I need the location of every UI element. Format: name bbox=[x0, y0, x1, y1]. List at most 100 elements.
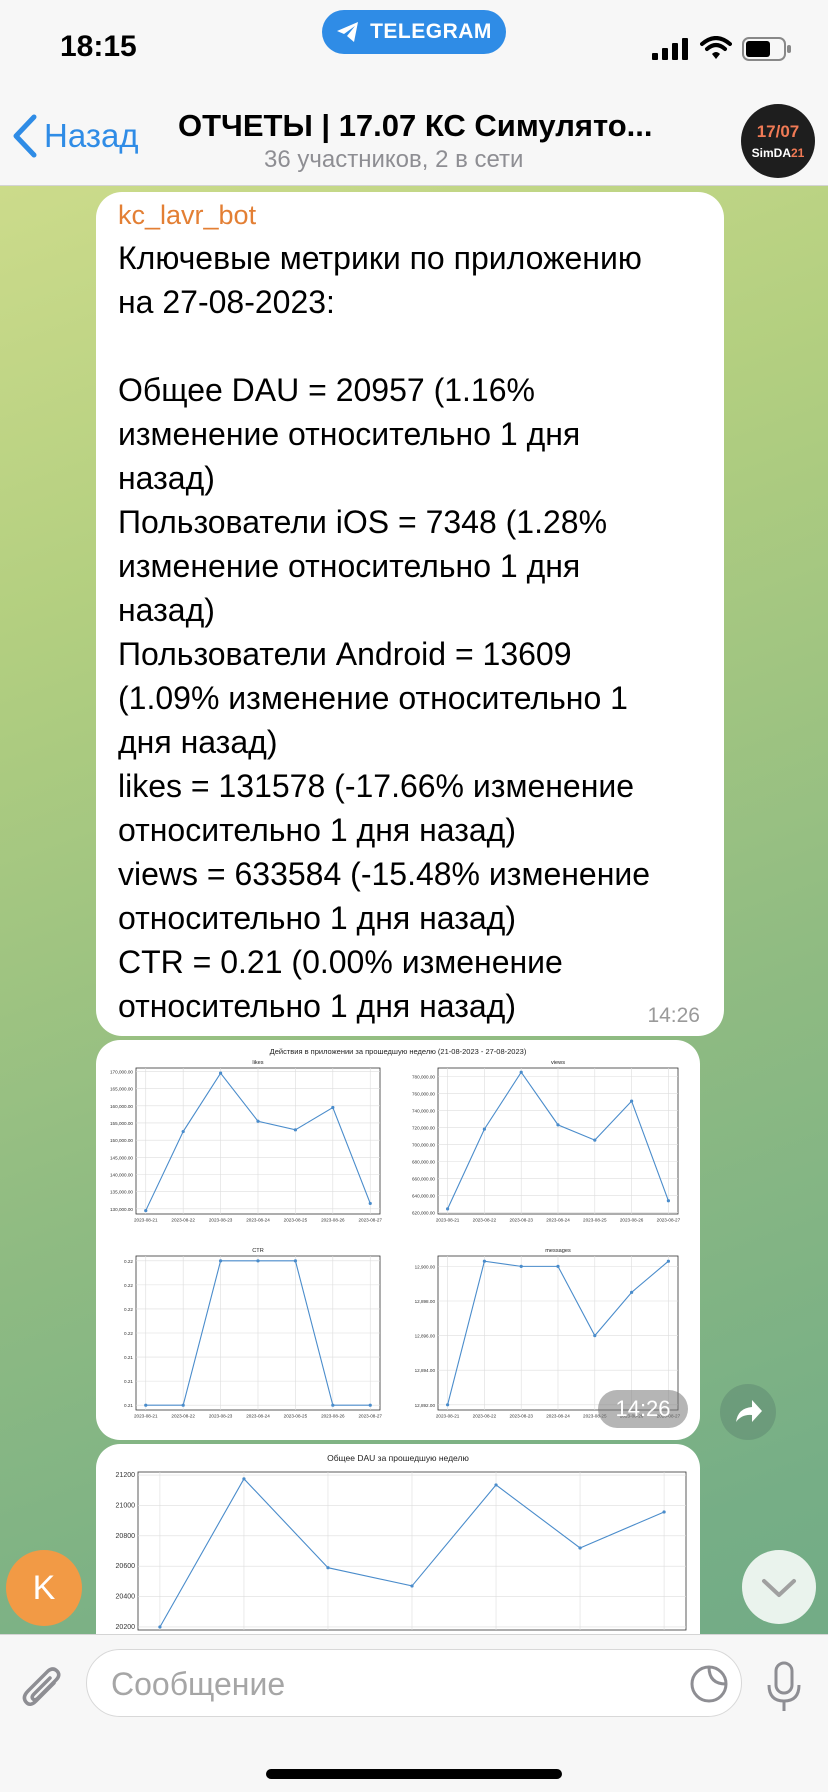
x-tick-label: 2023-08-22 bbox=[473, 1414, 497, 1419]
message-bubble[interactable]: kc_lavr_bot Ключевые метрики по приложен… bbox=[96, 192, 724, 1036]
chat-subtitle: 36 участников, 2 в сети bbox=[264, 146, 524, 173]
back-label: Назад bbox=[44, 117, 139, 154]
chat-title[interactable]: ОТЧЕТЫ | 17.07 КС Симулято... bbox=[178, 108, 698, 144]
y-tick-label: 140,000.00 bbox=[110, 1172, 133, 1177]
x-tick-label: 2023-08-27 bbox=[358, 1414, 382, 1419]
home-indicator bbox=[266, 1769, 562, 1779]
x-tick-label: 2023-08-21 bbox=[436, 1414, 460, 1419]
y-tick-label: 20400 bbox=[116, 1594, 136, 1601]
y-tick-label: 12,896.00 bbox=[415, 1334, 436, 1339]
data-point bbox=[218, 1259, 223, 1263]
y-tick-label: 0.22 bbox=[124, 1259, 133, 1264]
data-point bbox=[482, 1127, 486, 1131]
data-point bbox=[556, 1123, 560, 1127]
data-point bbox=[256, 1119, 260, 1123]
message-time: 14:26 bbox=[647, 1004, 700, 1027]
chart-image-weekly-actions[interactable]: Действия в приложении за прошедшую недел… bbox=[96, 1040, 700, 1440]
x-tick-label: 2023-08-21 bbox=[436, 1218, 460, 1223]
y-tick-label: 0.21 bbox=[124, 1379, 133, 1384]
return-to-telegram-pill[interactable]: TELEGRAM bbox=[322, 10, 506, 54]
x-tick-label: 2023-08-24 bbox=[246, 1218, 270, 1223]
subplot-title: CTR bbox=[252, 1248, 264, 1254]
data-point bbox=[158, 1625, 162, 1629]
x-tick-label: 2023-08-25 bbox=[284, 1414, 308, 1419]
x-tick-label: 2023-08-22 bbox=[171, 1218, 195, 1223]
data-point bbox=[593, 1333, 597, 1338]
x-tick-label: 2023-08-21 bbox=[134, 1414, 158, 1419]
y-tick-label: 145,000.00 bbox=[110, 1155, 133, 1160]
data-point bbox=[593, 1138, 597, 1142]
chart-image-dau[interactable]: Общее DAU за прошедшую неделю 20200 20400… bbox=[96, 1444, 700, 1634]
y-tick-label: 12,894.00 bbox=[415, 1368, 436, 1373]
message-sender[interactable]: kc_lavr_bot bbox=[118, 200, 256, 231]
x-tick-label: 2023-08-23 bbox=[509, 1218, 533, 1223]
data-point bbox=[368, 1201, 372, 1206]
status-time: 18:15 bbox=[60, 30, 137, 63]
data-point bbox=[242, 1477, 246, 1481]
x-tick-label: 2023-08-24 bbox=[546, 1218, 570, 1223]
data-point bbox=[326, 1566, 330, 1570]
data-point bbox=[662, 1510, 666, 1514]
data-point bbox=[519, 1264, 523, 1268]
telegram-plane-icon bbox=[337, 22, 359, 42]
paperclip-icon[interactable] bbox=[20, 1665, 64, 1715]
y-tick-label: 12,898.00 bbox=[415, 1299, 436, 1304]
status-bar: 18:15 TELEGRAM bbox=[0, 0, 828, 96]
data-point bbox=[218, 1071, 223, 1075]
x-tick-label: 2023-08-25 bbox=[583, 1218, 607, 1223]
message-text: Ключевые метрики по приложению на 27-08-… bbox=[118, 240, 651, 1024]
data-point bbox=[256, 1259, 260, 1263]
y-tick-label: 150,000.00 bbox=[110, 1138, 133, 1143]
y-tick-label: 155,000.00 bbox=[110, 1121, 133, 1126]
x-tick-label: 2023-08-22 bbox=[171, 1414, 195, 1419]
y-tick-label: 0.21 bbox=[124, 1355, 133, 1360]
message-input[interactable] bbox=[111, 1662, 671, 1706]
x-tick-label: 2023-08-23 bbox=[209, 1414, 233, 1419]
data-point bbox=[293, 1128, 298, 1132]
sticker-icon[interactable] bbox=[689, 1664, 729, 1704]
x-tick-label: 2023-08-27 bbox=[657, 1218, 681, 1223]
chat-avatar[interactable]: 17/07 SimDA21 bbox=[741, 104, 815, 178]
y-tick-label: 12,900.00 bbox=[415, 1264, 436, 1269]
y-tick-label: 20800 bbox=[116, 1533, 136, 1540]
avatar-text-brand: SimDA21 bbox=[751, 146, 805, 160]
scroll-down-button[interactable] bbox=[742, 1550, 816, 1624]
y-tick-label: 130,000.00 bbox=[110, 1207, 133, 1212]
y-tick-label: 135,000.00 bbox=[110, 1190, 133, 1195]
y-tick-label: 12,892.00 bbox=[415, 1403, 436, 1408]
y-tick-label: 680,000.00 bbox=[412, 1159, 435, 1164]
share-arrow-icon bbox=[736, 1400, 762, 1422]
y-tick-label: 700,000.00 bbox=[412, 1142, 435, 1147]
data-point bbox=[666, 1259, 671, 1263]
y-tick-label: 720,000.00 bbox=[412, 1125, 435, 1130]
y-tick-label: 20600 bbox=[116, 1563, 136, 1570]
y-tick-label: 620,000.00 bbox=[412, 1210, 435, 1215]
data-point bbox=[578, 1546, 582, 1550]
data-point bbox=[446, 1207, 450, 1211]
subplot-title: views bbox=[551, 1060, 565, 1066]
sender-avatar[interactable]: K bbox=[6, 1550, 82, 1626]
dau-chart: Общее DAU за прошедшую неделю 20200 20400… bbox=[116, 1453, 687, 1631]
data-point bbox=[410, 1584, 414, 1588]
y-tick-label: 0.22 bbox=[124, 1331, 133, 1336]
y-tick-label: 780,000.00 bbox=[412, 1074, 435, 1079]
y-tick-label: 165,000.00 bbox=[110, 1087, 133, 1092]
cellular-signal-icon bbox=[652, 38, 688, 60]
data-point bbox=[556, 1264, 560, 1268]
share-button[interactable] bbox=[720, 1384, 776, 1440]
subplot-title: likes bbox=[252, 1060, 263, 1066]
x-tick-label: 2023-08-23 bbox=[209, 1218, 233, 1223]
avatar-text-date: 17/07 bbox=[756, 122, 800, 141]
message-input-bar bbox=[0, 1634, 828, 1792]
data-point bbox=[446, 1403, 450, 1407]
battery-icon bbox=[742, 37, 791, 61]
x-tick-label: 2023-08-22 bbox=[473, 1218, 497, 1223]
x-tick-label: 2023-08-26 bbox=[321, 1414, 345, 1419]
y-tick-label: 760,000.00 bbox=[412, 1091, 435, 1096]
data-point bbox=[331, 1105, 335, 1110]
chat-header: Назад ОТЧЕТЫ | 17.07 КС Симулято... 36 у… bbox=[0, 96, 828, 186]
back-button[interactable]: Назад bbox=[12, 114, 139, 158]
wifi-icon bbox=[700, 36, 732, 59]
microphone-icon[interactable] bbox=[766, 1661, 802, 1713]
y-tick-label: 660,000.00 bbox=[412, 1176, 435, 1181]
